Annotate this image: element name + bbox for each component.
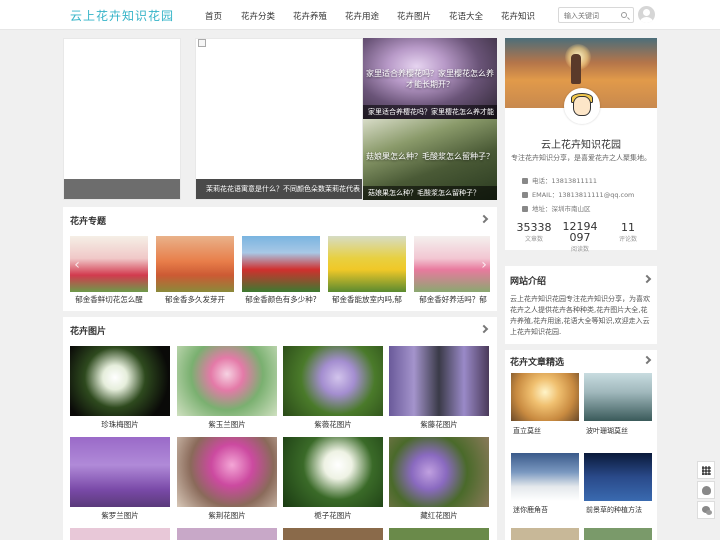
stat-articles-num: 35338 bbox=[516, 221, 552, 234]
picture-label[interactable]: 紫藤花图片 bbox=[389, 419, 489, 430]
search-box bbox=[558, 7, 634, 23]
address-text: 地址：深圳市南山区 bbox=[532, 205, 591, 213]
intro-text: 云上花卉知识花园专注花卉知识分享，为喜欢花卉之人提供花卉各种种类,花卉图片大全,… bbox=[510, 295, 650, 336]
intro-title: 网站介绍 bbox=[510, 277, 547, 287]
site-logo[interactable]: 云上花卉知识花园 bbox=[70, 7, 174, 24]
slide-overlay-title: 家里适合养樱花吗？家里樱花怎么养才能长期开？ bbox=[366, 69, 494, 89]
essence-label[interactable]: 波叶珊瑚莫丝 bbox=[586, 426, 628, 436]
essence-image[interactable] bbox=[584, 453, 652, 501]
qq-icon bbox=[702, 486, 711, 495]
picture-label[interactable]: 珍珠梅图片 bbox=[70, 419, 170, 430]
picture-image[interactable] bbox=[389, 437, 489, 507]
qrcode-button[interactable] bbox=[697, 461, 715, 479]
essence-label[interactable]: 前景草的种植方法 bbox=[586, 505, 642, 515]
picture-image[interactable] bbox=[283, 528, 383, 540]
nav-pictures[interactable]: 花卉图片 bbox=[397, 10, 431, 22]
qq-button[interactable] bbox=[697, 481, 715, 499]
topic-image[interactable] bbox=[156, 236, 234, 292]
picture-label[interactable]: 藏红花图片 bbox=[389, 510, 489, 521]
stat-articles-label: 文章数 bbox=[524, 236, 543, 243]
email-icon bbox=[522, 192, 528, 198]
slide-caption-bar bbox=[64, 179, 180, 199]
avatar-face bbox=[573, 96, 591, 116]
topic-image[interactable] bbox=[328, 236, 406, 292]
phone-icon bbox=[522, 178, 528, 184]
topic-label[interactable]: 郁金香多久发芽开 bbox=[154, 294, 236, 305]
search-input[interactable] bbox=[564, 10, 616, 21]
topic-label[interactable]: 郁金香颜色有多少种? bbox=[240, 294, 322, 305]
picture-label[interactable]: 栀子花图片 bbox=[283, 510, 383, 521]
picture-image[interactable] bbox=[177, 437, 277, 507]
contact-address: 地址：深圳市南山区 bbox=[522, 203, 591, 213]
picture-image[interactable] bbox=[70, 528, 170, 540]
user-avatar-icon[interactable] bbox=[638, 6, 655, 23]
picture-image[interactable] bbox=[283, 346, 383, 416]
stat-comments-num: 11 bbox=[621, 221, 635, 234]
search-icon[interactable] bbox=[621, 12, 627, 18]
picture-label[interactable]: 紫罗兰图片 bbox=[70, 510, 170, 521]
picture-label[interactable]: 紫薇花图片 bbox=[283, 419, 383, 430]
profile-desc: 专注花卉知识分享，是喜爱花卉之人聚集地。 bbox=[511, 154, 651, 162]
topic-image[interactable] bbox=[242, 236, 320, 292]
contact-email: EMAIL：13813811111@qq.com bbox=[522, 189, 634, 199]
broken-image-icon bbox=[198, 39, 206, 47]
picture-image[interactable] bbox=[70, 437, 170, 507]
email-text: EMAIL：13813811111@qq.com bbox=[532, 191, 635, 199]
banner-figure bbox=[571, 54, 581, 84]
contact-phone: 电话：13813811111 bbox=[522, 175, 597, 185]
picture-label[interactable]: 紫玉兰图片 bbox=[177, 419, 277, 430]
nav-cultivation[interactable]: 花卉养殖 bbox=[293, 10, 327, 22]
qrcode-icon bbox=[702, 466, 711, 475]
topic-label[interactable]: 郁金香鲜切花怎么醒 bbox=[68, 294, 150, 305]
nav-home[interactable]: 首页 bbox=[205, 10, 222, 22]
picture-image[interactable] bbox=[389, 528, 489, 540]
picture-image[interactable] bbox=[389, 346, 489, 416]
profile-name: 云上花卉知识花园 bbox=[541, 140, 621, 151]
wechat-button[interactable] bbox=[697, 501, 715, 519]
essence-label[interactable]: 迷你鹿角苔 bbox=[513, 505, 548, 515]
wechat-icon-bubble bbox=[706, 510, 712, 515]
picture-image[interactable] bbox=[70, 346, 170, 416]
topic-label[interactable]: 郁金香好养活吗？郁 bbox=[412, 294, 494, 305]
phone-text: 电话：13813811111 bbox=[532, 177, 597, 185]
picture-image[interactable] bbox=[177, 528, 277, 540]
picture-image[interactable] bbox=[177, 346, 277, 416]
carousel-next-icon[interactable]: › bbox=[479, 256, 489, 274]
nav-uses[interactable]: 花卉用途 bbox=[345, 10, 379, 22]
nav-flower-language[interactable]: 花语大全 bbox=[449, 10, 483, 22]
essence-image[interactable] bbox=[511, 373, 579, 421]
nav-category[interactable]: 花卉分类 bbox=[241, 10, 275, 22]
topics-title: 花卉专题 bbox=[70, 217, 107, 227]
essence-image[interactable] bbox=[584, 373, 652, 421]
essence-label[interactable]: 直立莫丝 bbox=[513, 426, 541, 436]
pictures-title: 花卉图片 bbox=[70, 327, 107, 337]
stat-reads-label: 阅读数 bbox=[570, 246, 589, 253]
picture-label[interactable]: 紫荆花图片 bbox=[177, 510, 277, 521]
essence-image[interactable] bbox=[511, 453, 579, 501]
slide-cherry-blossom[interactable]: 家里适合养樱花吗？家里樱花怎么养才能长期开？ 家里适合养樱花吗？家里樱花怎么养才… bbox=[363, 38, 497, 119]
stat-comments-label: 评论数 bbox=[618, 236, 637, 243]
slider-main-slide[interactable]: 茉莉花花语寓意是什么？不同颜色朵数茉莉花代表 bbox=[195, 38, 363, 200]
carousel-prev-icon[interactable]: ‹ bbox=[72, 256, 82, 274]
slide-caption[interactable]: 家里适合养樱花吗？家里樱花怎么养才能 bbox=[363, 105, 497, 119]
picture-image[interactable] bbox=[283, 437, 383, 507]
location-icon bbox=[522, 206, 528, 212]
nav-knowledge[interactable]: 花卉知识 bbox=[501, 10, 535, 22]
slide-groundcherry[interactable]: 菇娘果怎么种？毛酸浆怎么留种子？ 菇娘果怎么种？毛酸浆怎么留种子？ bbox=[363, 119, 497, 200]
topic-label[interactable]: 郁金香能放室内吗,郁 bbox=[326, 294, 408, 305]
profile-avatar[interactable] bbox=[564, 88, 600, 124]
slide-caption[interactable]: 菇娘果怎么种？毛酸浆怎么留种子？ bbox=[363, 186, 497, 200]
stat-reads-num: 12194097 bbox=[562, 220, 598, 244]
slide-caption[interactable]: 茉莉花花语寓意是什么？不同颜色朵数茉莉花代表 bbox=[196, 179, 362, 199]
essence-image[interactable] bbox=[511, 528, 579, 540]
slider-prev-slide[interactable] bbox=[63, 38, 181, 200]
essence-image[interactable] bbox=[584, 528, 652, 540]
slide-overlay-title: 菇娘果怎么种？毛酸浆怎么留种子？ bbox=[366, 152, 494, 161]
essence-title: 花卉文章精选 bbox=[510, 358, 565, 368]
